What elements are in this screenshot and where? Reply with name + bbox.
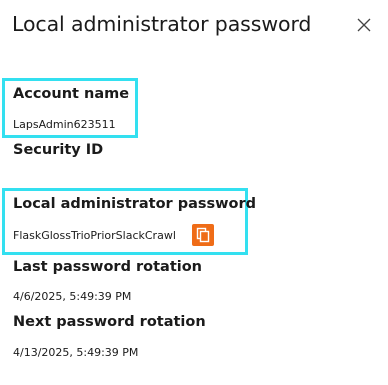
last-rotation-value: 4/6/2025, 5:49:39 PM [13,290,132,303]
last-rotation-label: Last password rotation [13,259,203,275]
account-name-label: Account name [13,86,130,102]
close-button[interactable] [354,15,374,35]
copy-icon [196,227,210,243]
next-rotation-value: 4/13/2025, 5:49:39 PM [13,346,139,359]
local-admin-password-label: Local administrator password [13,196,257,212]
next-rotation-label: Next password rotation [13,314,206,330]
copy-password-button[interactable] [192,224,214,246]
panel-title: Local administrator password [12,12,312,36]
account-name-value: LapsAdmin623511 [13,118,116,131]
local-admin-password-value: FlaskGlossTrioPriorSlackCrawl [13,229,176,242]
close-icon [357,18,371,32]
security-id-label: Security ID [13,142,104,158]
